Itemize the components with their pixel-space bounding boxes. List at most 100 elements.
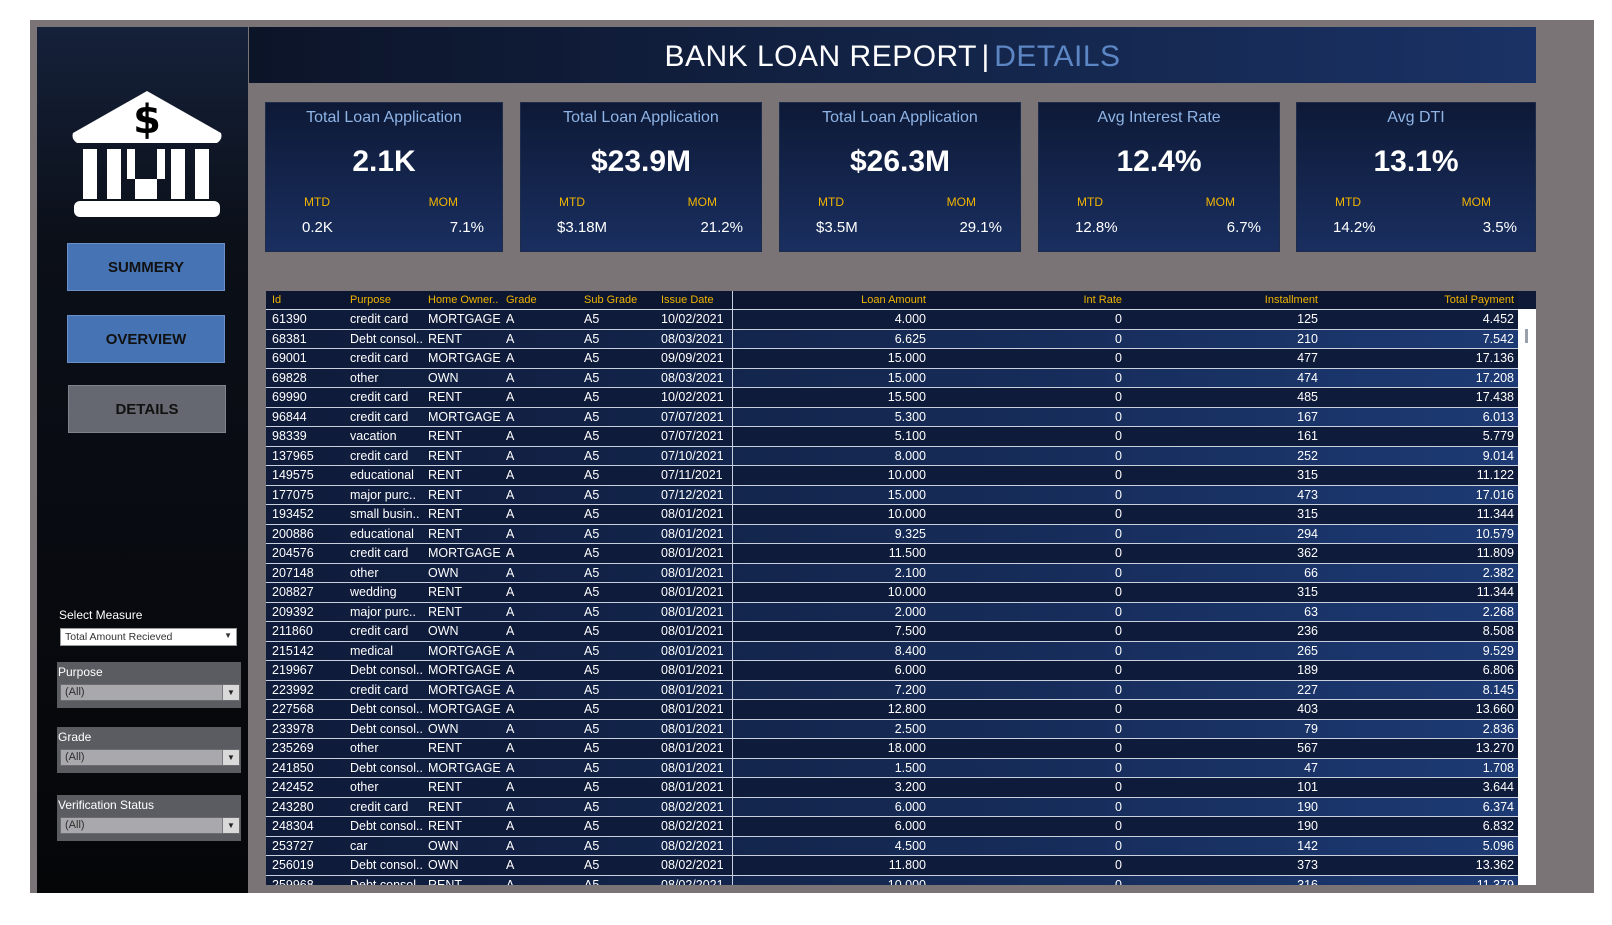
table-row[interactable]: 69990 credit card RENT A A5 10/02/2021 15.500 0… bbox=[266, 388, 1518, 408]
table-row[interactable]: 211860 credit card OWN A A5 08/01/2021 7.500 0 2… bbox=[266, 622, 1518, 642]
column-header-home-ownership[interactable]: Home Owner.. bbox=[428, 294, 504, 306]
table-row[interactable]: 149575 educational RENT A A5 07/11/2021 10.000… bbox=[266, 466, 1518, 486]
table-row[interactable]: 96844 credit card MORTGAGE A A5 07/07/2021 5.3… bbox=[266, 407, 1518, 427]
cell-loan-amount: 15.500 bbox=[887, 390, 926, 404]
cell-loan-amount: 15.000 bbox=[887, 351, 926, 365]
cell-purpose: medical bbox=[350, 643, 394, 658]
cell-sub-grade: A5 bbox=[584, 741, 600, 755]
cell-total-payment: 17.438 bbox=[1475, 390, 1514, 404]
table-row[interactable]: 256019 Debt consol.. OWN A A5 08/02/2021 11.80… bbox=[266, 856, 1518, 876]
column-header-purpose[interactable]: Purpose bbox=[350, 294, 426, 306]
cell-installment: 362 bbox=[1297, 546, 1318, 560]
kpi-mtd-label: MTD bbox=[1335, 195, 1361, 209]
cell-home-ownership: OWN bbox=[428, 565, 459, 580]
cell-purpose: major purc.. bbox=[350, 604, 416, 619]
cell-sub-grade: A5 bbox=[584, 468, 600, 482]
cell-purpose: credit card bbox=[350, 409, 409, 424]
cell-int-rate: 0 bbox=[1115, 487, 1122, 502]
cell-installment: 373 bbox=[1297, 858, 1318, 872]
table-row[interactable]: 69828 other OWN A A5 08/03/2021 15.000 0 474 17.2… bbox=[266, 368, 1518, 388]
table-row[interactable]: 235269 other RENT A A5 08/01/2021 18.000 0 567 13… bbox=[266, 739, 1518, 759]
table-row[interactable]: 69001 credit card MORTGAGE A A5 09/09/2021 15.… bbox=[266, 349, 1518, 369]
nav-overview-button[interactable]: OVERVIEW bbox=[67, 315, 225, 363]
table-row[interactable]: 204576 credit card MORTGAGE A A5 08/01/2021 11… bbox=[266, 544, 1518, 564]
cell-purpose: educational bbox=[350, 526, 414, 541]
table-row[interactable]: 242452 other RENT A A5 08/01/2021 3.200 0 101 3.6… bbox=[266, 778, 1518, 798]
table-row[interactable]: 207148 other OWN A A5 08/01/2021 2.100 0 66 2.382 bbox=[266, 563, 1518, 583]
cell-purpose: Debt consol.. bbox=[350, 721, 423, 736]
table-row[interactable]: 61390 credit card MORTGAGE A A5 10/02/2021 4.0… bbox=[266, 310, 1518, 330]
table-row[interactable]: 243280 credit card RENT A A5 08/02/2021 6.000 0… bbox=[266, 797, 1518, 817]
column-header-int-rate[interactable]: Int Rate bbox=[926, 294, 1122, 306]
cell-purpose: Debt consol.. bbox=[350, 877, 423, 886]
column-header-id[interactable]: Id bbox=[272, 294, 342, 306]
table-row[interactable]: 200886 educational RENT A A5 08/01/2021 9.325 0… bbox=[266, 524, 1518, 544]
cell-sub-grade: A5 bbox=[584, 448, 600, 463]
column-header-grade[interactable]: Grade bbox=[506, 294, 576, 306]
cell-total-payment: 13.362 bbox=[1475, 858, 1514, 872]
nav-details-button[interactable]: DETAILS bbox=[68, 385, 226, 433]
cell-loan-amount: 6.000 bbox=[894, 663, 926, 677]
table-row[interactable]: 137965 credit card RENT A A5 07/10/2021 8.000 0… bbox=[266, 446, 1518, 466]
cell-home-ownership: RENT bbox=[428, 390, 463, 404]
cell-issue-date: 10/02/2021 bbox=[661, 390, 724, 404]
cell-issue-date: 08/01/2021 bbox=[661, 546, 724, 560]
cell-total-payment: 6.806 bbox=[1482, 663, 1514, 677]
table-row[interactable]: 248304 Debt consol.. RENT A A5 08/02/2021 6.00… bbox=[266, 817, 1518, 837]
table-scrollbar[interactable] bbox=[1518, 309, 1536, 885]
table-row[interactable]: 241850 Debt consol.. MORTGAGE A A5 08/01/2021… bbox=[266, 758, 1518, 778]
cell-loan-amount: 2.500 bbox=[894, 721, 926, 736]
table-row[interactable]: 193452 small busin.. RENT A A5 08/01/2021 10.0… bbox=[266, 505, 1518, 525]
cell-issue-date: 08/01/2021 bbox=[661, 780, 724, 794]
cell-purpose: credit card bbox=[350, 799, 409, 814]
grade-select[interactable]: (All) ▼ bbox=[60, 749, 240, 766]
cell-id: 242452 bbox=[272, 780, 314, 794]
column-header-total-payment[interactable]: Total Payment bbox=[1318, 294, 1514, 306]
kpi-mtd-label: MTD bbox=[1077, 195, 1103, 209]
cell-id: 69990 bbox=[272, 390, 307, 404]
table-row[interactable]: 98339 vacation RENT A A5 07/07/2021 5.100 0 161 5… bbox=[266, 427, 1518, 447]
table-row[interactable]: 209392 major purc.. RENT A A5 08/01/2021 2.000… bbox=[266, 602, 1518, 622]
cell-int-rate: 0 bbox=[1115, 546, 1122, 560]
cell-int-rate: 0 bbox=[1115, 877, 1122, 886]
table-row[interactable]: 219967 Debt consol.. MORTGAGE A A5 08/01/2021… bbox=[266, 661, 1518, 681]
chevron-down-icon: ▼ bbox=[222, 818, 239, 833]
column-header-sub-grade[interactable]: Sub Grade bbox=[584, 294, 654, 306]
cell-total-payment: 3.644 bbox=[1482, 780, 1514, 794]
scrollbar-thumb[interactable] bbox=[1525, 329, 1528, 343]
measure-select[interactable]: Total Amount Recieved ▼ bbox=[60, 628, 237, 646]
table-row[interactable]: 215142 medical MORTGAGE A A5 08/01/2021 8.400 0… bbox=[266, 641, 1518, 661]
nav-summary-button[interactable]: SUMMERY bbox=[67, 243, 225, 291]
kpi-mom-value: 3.5% bbox=[1482, 219, 1517, 236]
table-row[interactable]: 227568 Debt consol.. MORTGAGE A A5 08/01/2021… bbox=[266, 700, 1518, 720]
kpi-mom-label: MOM bbox=[687, 195, 717, 209]
kpi-card-funded-amount: Total Loan Application $23.9M MTD MOM $3… bbox=[520, 102, 762, 252]
cell-int-rate: 0 bbox=[1115, 370, 1122, 385]
table-row[interactable]: 223992 credit card MORTGAGE A A5 08/01/2021 7.… bbox=[266, 680, 1518, 700]
cell-grade: A bbox=[506, 312, 515, 326]
column-header-loan-amount[interactable]: Loan Amount bbox=[736, 294, 926, 306]
table-row[interactable]: 253727 car OWN A A5 08/02/2021 4.500 0 142 5.096 bbox=[266, 836, 1518, 856]
cell-sub-grade: A5 bbox=[584, 585, 600, 599]
table-header: Id Purpose Home Owner.. Grade Sub Grade Issue… bbox=[266, 291, 1518, 310]
column-header-installment[interactable]: Installment bbox=[1122, 294, 1318, 306]
purpose-select[interactable]: (All) ▼ bbox=[60, 684, 240, 701]
kpi-value: $26.3M bbox=[849, 145, 951, 178]
table-row[interactable]: 68381 Debt consol.. RENT A A5 08/03/2021 6.625… bbox=[266, 329, 1518, 349]
cell-installment: 79 bbox=[1304, 721, 1318, 736]
cell-sub-grade: A5 bbox=[584, 838, 600, 853]
verification-status-select[interactable]: (All) ▼ bbox=[60, 817, 240, 834]
cell-int-rate: 0 bbox=[1115, 526, 1122, 541]
cell-grade: A bbox=[506, 702, 515, 716]
cell-total-payment: 7.542 bbox=[1482, 331, 1514, 346]
chevron-down-icon: ▼ bbox=[222, 685, 239, 700]
kpi-card-avg-dti: Avg DTI 13.1% MTD MOM 14.2% 3.5% bbox=[1296, 102, 1536, 252]
kpi-title: Avg DTI bbox=[1387, 109, 1445, 126]
column-header-issue-date[interactable]: Issue Date bbox=[661, 294, 731, 306]
table-row[interactable]: 233978 Debt consol.. OWN A A5 08/01/2021 2.500… bbox=[266, 719, 1518, 739]
cell-home-ownership: RENT bbox=[428, 487, 463, 502]
table-row[interactable]: 208827 wedding RENT A A5 08/01/2021 10.000 0 315… bbox=[266, 583, 1518, 603]
table-row[interactable]: 259968 Debt consol.. RENT A A5 08/02/2021 10.0… bbox=[266, 875, 1518, 886]
table-row[interactable]: 177075 major purc.. RENT A A5 07/12/2021 15.00… bbox=[266, 485, 1518, 505]
cell-grade: A bbox=[506, 429, 515, 443]
